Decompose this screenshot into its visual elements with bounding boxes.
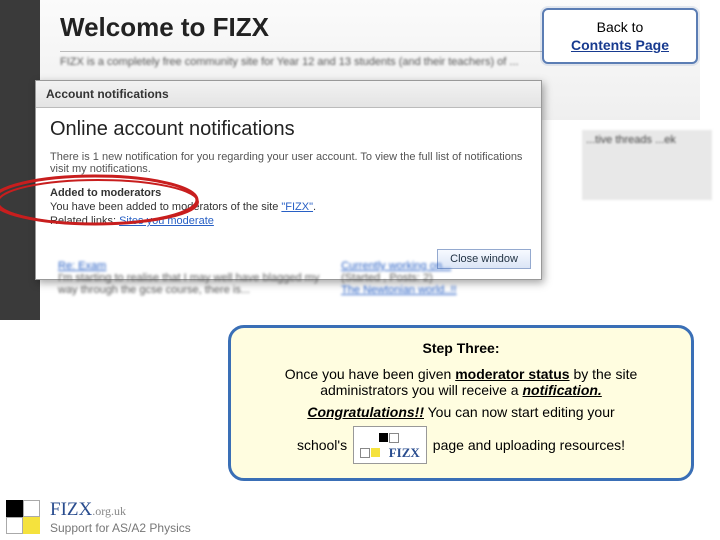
step-line3: school's FIZX page and uploading resourc…: [247, 426, 675, 464]
notif-section-body: You have been added to moderators of the…: [50, 201, 527, 213]
footer-brand: FIZX.org.uk: [50, 499, 191, 521]
modal-titlebar: Account notifications: [36, 81, 541, 108]
step-line3b: page and uploading resources!: [433, 437, 625, 453]
site-link[interactable]: "FIZX": [281, 201, 313, 213]
modal-description: There is 1 new notification for you rega…: [50, 151, 527, 175]
step-three-callout: Step Three: Once you have been given mod…: [228, 325, 694, 481]
notif-related: Related links: Sites you moderate: [50, 215, 527, 227]
thread-link[interactable]: Currently working on...: [341, 260, 451, 272]
notif-section-head: Added to moderators: [50, 187, 527, 199]
site-footer: FIZX.org.uk Support for AS/A2 Physics: [0, 494, 720, 540]
app-left-rail: [0, 0, 40, 320]
modal-heading: Online account notifications: [50, 118, 527, 141]
notif-body-text: You have been added to moderators of the…: [50, 201, 281, 213]
thread-meta: (Started , Posts: 2): [341, 272, 541, 284]
fizx-logo-icon: [6, 500, 40, 534]
fizx-logo-chip: FIZX: [353, 426, 427, 464]
thread-link[interactable]: Re: Exam: [58, 260, 106, 272]
step-line2: Congratulations!! You can now start edit…: [247, 404, 675, 420]
sites-you-moderate-link[interactable]: Sites you moderate: [119, 215, 214, 227]
thread-preview: I'm starting to realise that I may well …: [58, 272, 338, 296]
back-line1: Back to: [554, 18, 686, 36]
notifications-modal: Account notifications Online account not…: [35, 80, 542, 280]
back-to-contents[interactable]: Back to Contents Page: [542, 8, 698, 64]
background-threads: Re: Exam I'm starting to realise that I …: [58, 260, 568, 296]
sidebar-snippet: ...tive threads ...ek: [582, 130, 712, 200]
step-line1: Once you have been given moderator statu…: [247, 366, 675, 398]
thread-link[interactable]: The Newtonian world..!!: [341, 284, 457, 296]
step-line3a: school's: [297, 437, 347, 453]
footer-tagline: Support for AS/A2 Physics: [50, 521, 191, 535]
contents-page-link[interactable]: Contents Page: [571, 37, 669, 53]
fizx-logo-text: FIZX: [389, 445, 420, 461]
notif-related-label: Related links:: [50, 215, 119, 227]
step-title: Step Three:: [247, 340, 675, 356]
